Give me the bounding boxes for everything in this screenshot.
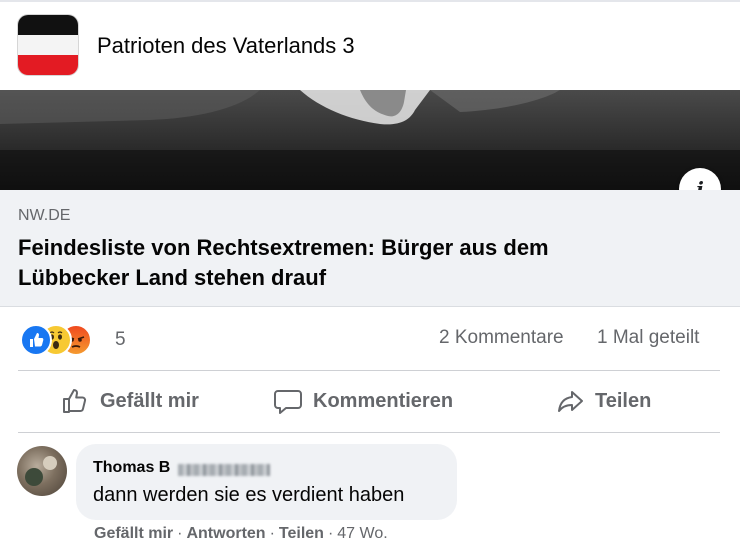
like-button[interactable]: Gefällt mir — [60, 380, 199, 422]
link-preview-image[interactable] — [0, 90, 740, 190]
comment-count-link[interactable]: 2 Kommentare — [439, 327, 564, 349]
flag-stripe-red — [18, 55, 78, 75]
divider-bottom — [18, 432, 720, 433]
like-label: Gefällt mir — [100, 389, 199, 412]
comment-reply-link[interactable]: Antworten — [186, 525, 265, 542]
top-border — [0, 0, 740, 2]
speech-bubble-icon — [274, 390, 302, 414]
comment-bubble: Thomas B dann werden sie es verdient hab… — [76, 444, 457, 520]
link-domain: NW.DE — [18, 207, 71, 224]
redacted-surname — [178, 464, 270, 476]
share-count-link[interactable]: 1 Mal geteilt — [597, 327, 699, 349]
preview-photo — [0, 90, 740, 190]
share-label: Teilen — [595, 389, 652, 412]
separator: · — [269, 525, 275, 542]
share-button[interactable]: Teilen — [555, 380, 651, 422]
comment-label: Kommentieren — [313, 389, 454, 412]
like-reaction-icon — [20, 324, 52, 356]
avatar-blur-shape — [43, 456, 57, 470]
group-name[interactable]: Patrioten des Vaterlands 3 — [97, 33, 355, 59]
thumbs-up-icon — [63, 389, 87, 413]
comment-author[interactable]: Thomas B — [93, 459, 170, 477]
comment-button[interactable]: Kommentieren — [273, 380, 453, 422]
commenter-avatar[interactable] — [17, 446, 67, 496]
separator: · — [177, 525, 183, 542]
comment-text: dann werden sie es verdient haben — [93, 484, 405, 506]
comment-timestamp[interactable]: 47 Wo. — [337, 525, 387, 542]
flag-stripe-black — [18, 15, 78, 35]
comment-like-link[interactable]: Gefällt mir — [94, 525, 173, 542]
share-arrow-icon — [558, 391, 583, 412]
comment-share-link[interactable]: Teilen — [279, 525, 324, 542]
divider-top — [18, 370, 720, 371]
avatar-blur-shape — [25, 468, 43, 486]
comment-actions: Gefällt mir · Antworten · Teilen · 47 Wo. — [94, 525, 388, 543]
reaction-count[interactable]: 5 — [115, 329, 126, 351]
flag-stripe-white — [18, 35, 78, 55]
group-avatar-flag[interactable] — [18, 15, 78, 75]
link-meta[interactable]: NW.DE Feindesliste von Rechtsextremen: B… — [0, 190, 740, 307]
link-title[interactable]: Feindesliste von Rechtsextremen: Bürger … — [18, 233, 658, 293]
separator: · — [327, 525, 334, 542]
